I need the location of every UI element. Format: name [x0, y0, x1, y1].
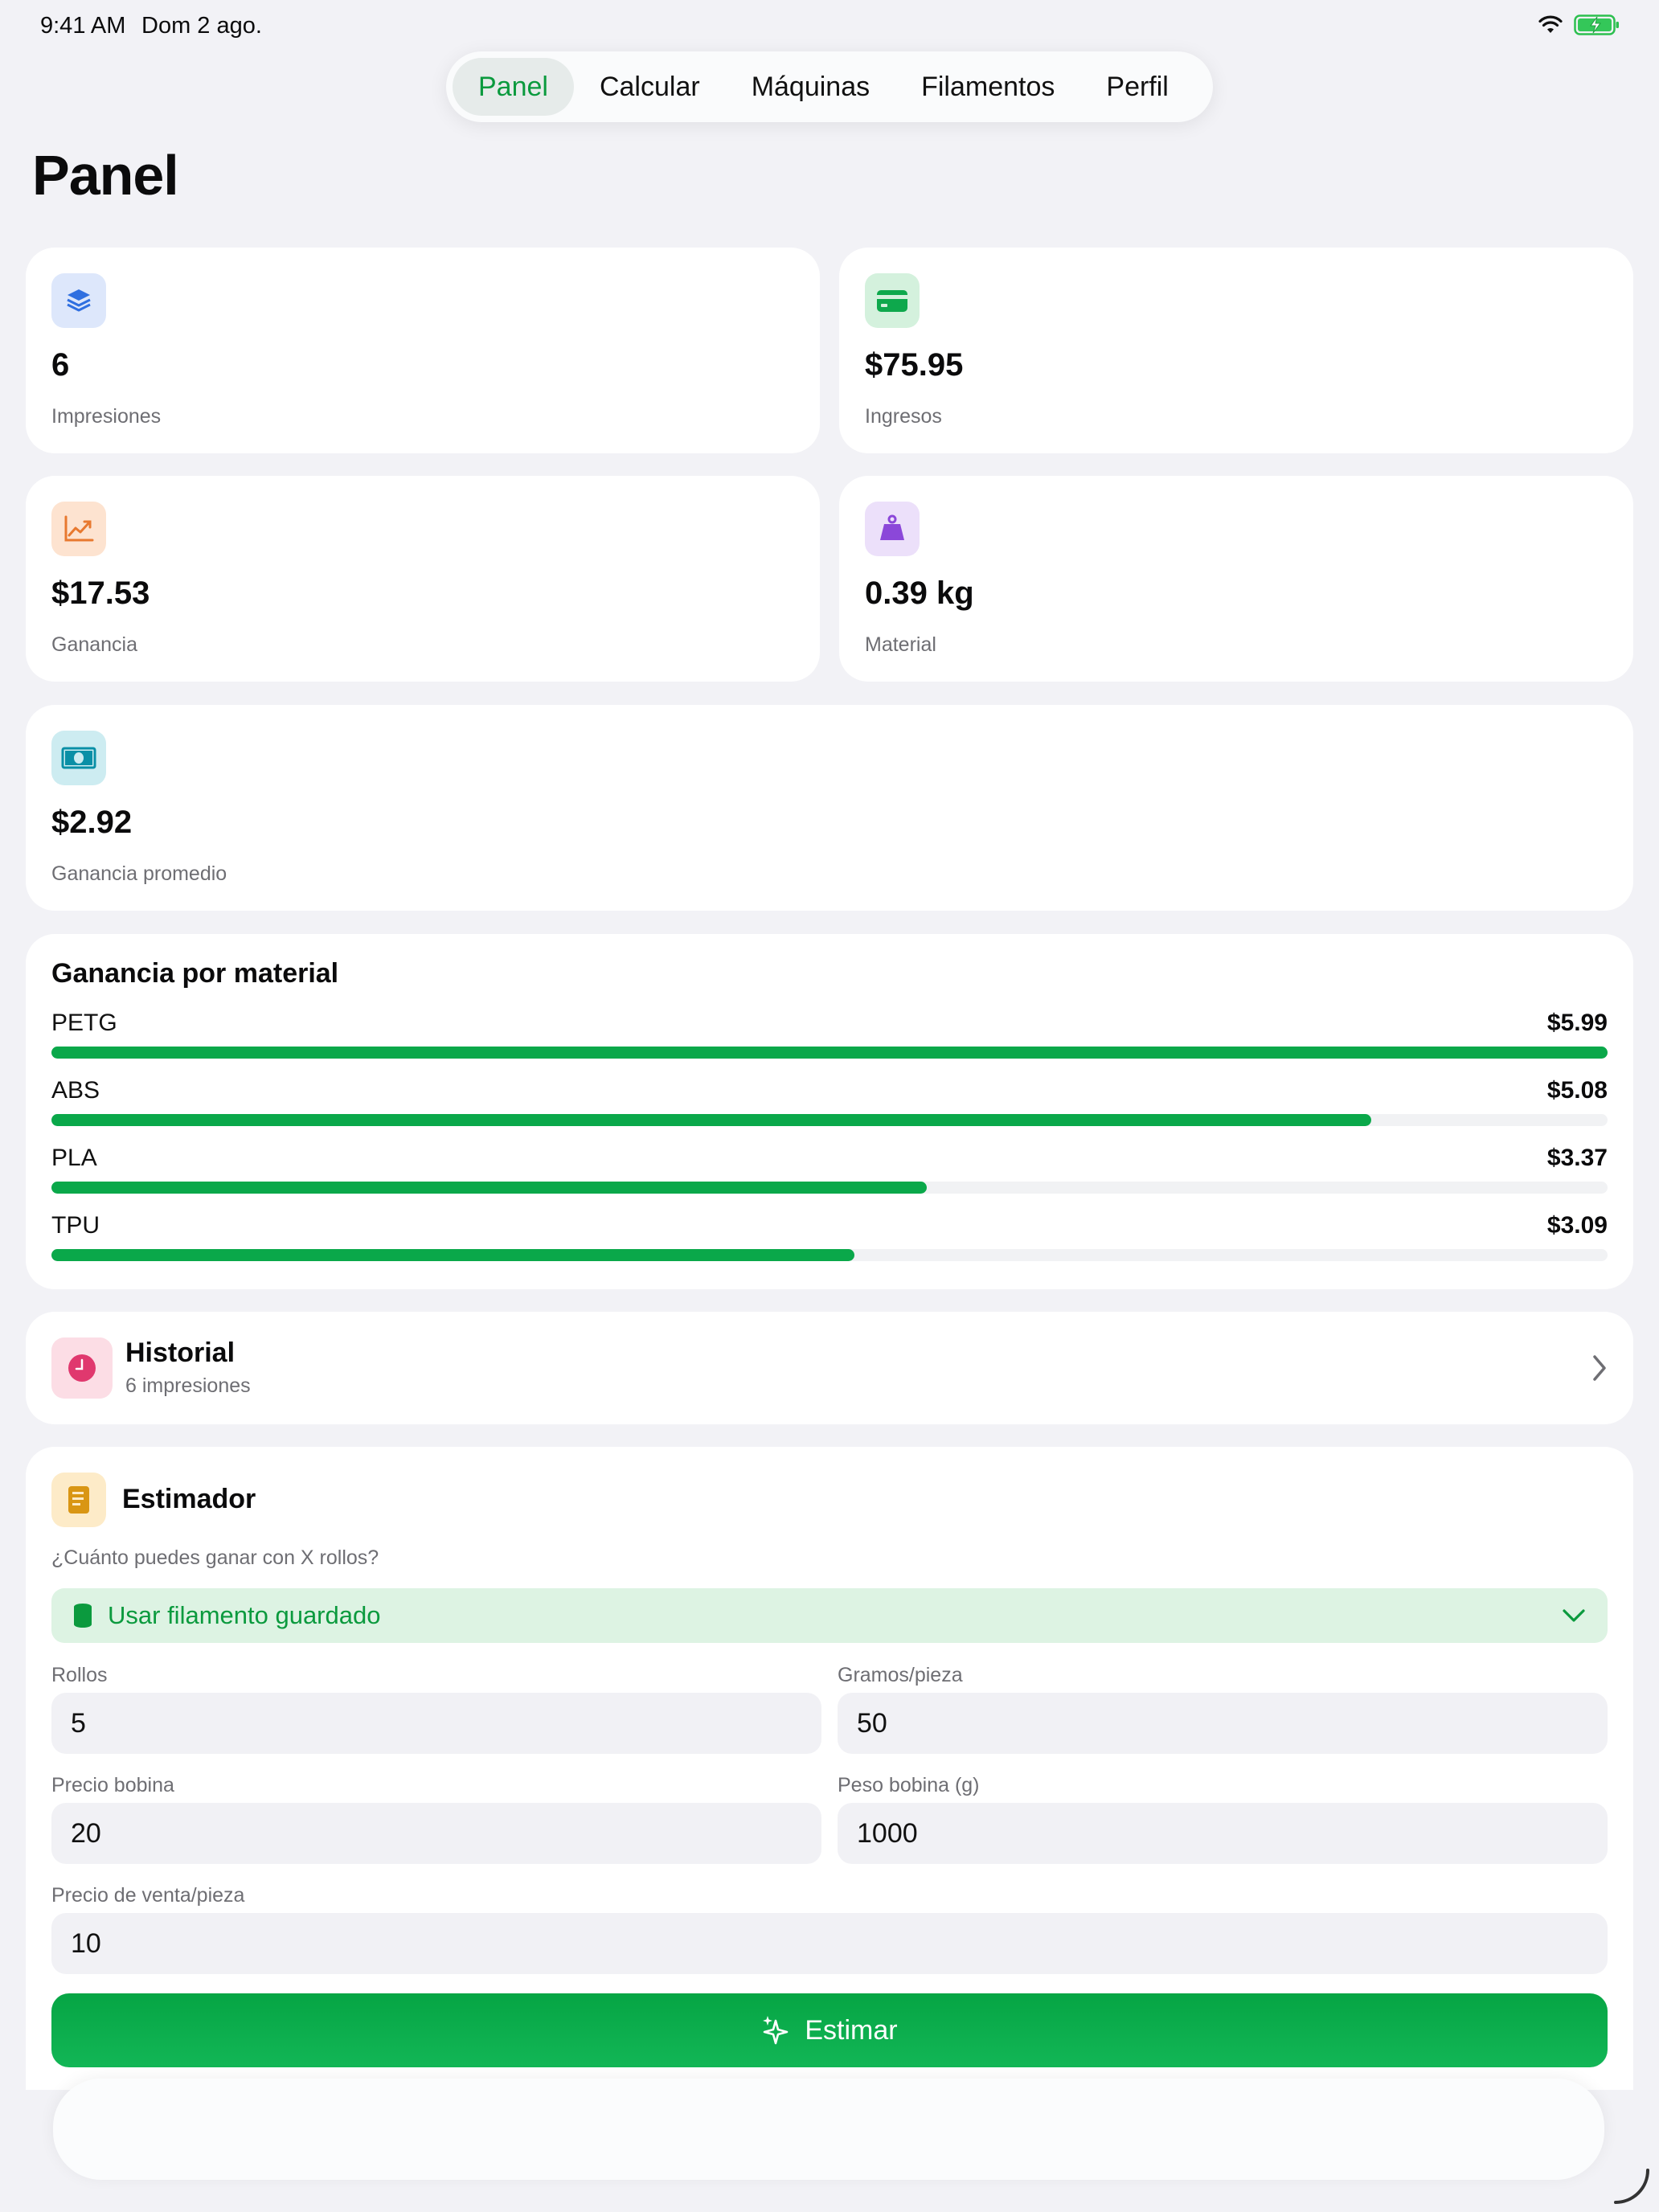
sale-price-input[interactable]: 10 [51, 1913, 1608, 1974]
stat-value: 6 [51, 347, 70, 383]
spool-price-input[interactable]: 20 [51, 1803, 821, 1864]
status-time: 9:41 AM [40, 13, 126, 39]
rolls-input[interactable]: 5 [51, 1693, 821, 1754]
tab-calcular[interactable]: Calcular [574, 58, 726, 116]
credit-card-icon [865, 273, 920, 328]
grams-label: Gramos/pieza [838, 1664, 963, 1686]
tab-filamentos[interactable]: Filamentos [895, 58, 1080, 116]
material-bar-fill [51, 1249, 854, 1261]
grams-input[interactable]: 50 [838, 1693, 1608, 1754]
clock-icon [51, 1337, 113, 1399]
tab-perfil[interactable]: Perfil [1080, 58, 1194, 116]
spool-icon [74, 1604, 92, 1628]
page-title: Panel [32, 144, 179, 207]
material-value: $3.09 [1546, 1212, 1608, 1239]
history-row[interactable]: Historial 6 impresiones [26, 1312, 1633, 1424]
filament-select[interactable]: Usar filamento guardado [51, 1588, 1608, 1643]
estimator-question: ¿Cuánto puedes ganar con X rollos? [51, 1546, 379, 1569]
stat-label: Material [865, 633, 936, 656]
rolls-label: Rollos [51, 1664, 108, 1686]
material-bar-track [51, 1182, 1608, 1194]
material-bar-fill [51, 1182, 928, 1194]
status-bar: 9:41 AM Dom 2 ago. [0, 0, 1659, 51]
status-date: Dom 2 ago. [141, 13, 262, 39]
document-icon [51, 1473, 106, 1527]
stat-label: Ingresos [865, 405, 942, 428]
material-bar-track [51, 1249, 1608, 1261]
spool-weight-input[interactable]: 1000 [838, 1803, 1608, 1864]
material-bar-row: PLA $3.37 [51, 1145, 1608, 1196]
history-subtitle: 6 impresiones [125, 1374, 251, 1397]
stat-label: Ganancia promedio [51, 862, 227, 885]
material-bar-fill [51, 1047, 1608, 1059]
top-tab-bar: Panel Calcular Máquinas Filamentos Perfi… [446, 51, 1213, 122]
material-bar-track [51, 1047, 1608, 1059]
tab-maquinas[interactable]: Máquinas [726, 58, 895, 116]
material-bar-fill [51, 1114, 1371, 1126]
stat-card-prints: 6 Impresiones [26, 248, 820, 453]
layers-icon [51, 273, 106, 328]
sparkles-icon [763, 2016, 789, 2045]
chart-line-icon [51, 502, 106, 556]
stat-card-profit: $17.53 Ganancia [26, 476, 820, 682]
history-title: Historial [125, 1337, 236, 1368]
estimate-button-label: Estimar [805, 2014, 898, 2046]
stat-label: Ganancia [51, 633, 138, 656]
estimate-button[interactable]: Estimar [51, 1993, 1608, 2067]
material-bar-row: ABS $5.08 [51, 1077, 1608, 1129]
estimator-title: Estimador [122, 1484, 256, 1514]
sale-price-label: Precio de venta/pieza [51, 1884, 245, 1907]
stat-value: $2.92 [51, 805, 133, 840]
filament-select-label: Usar filamento guardado [108, 1601, 381, 1629]
wifi-icon [1538, 15, 1563, 33]
material-name: TPU [51, 1212, 100, 1239]
stat-card-material: 0.39 kg Material [839, 476, 1633, 682]
profit-by-material-card: Ganancia por material PETG $5.99 ABS $5.08 P… [26, 934, 1633, 1289]
material-value: $5.99 [1546, 1010, 1608, 1036]
spool-price-label: Precio bobina [51, 1774, 174, 1796]
banknote-icon [51, 731, 106, 785]
material-bar-row: PETG $5.99 [51, 1010, 1608, 1061]
material-name: PLA [51, 1145, 97, 1171]
bottom-sheet[interactable] [53, 2079, 1604, 2180]
stat-label: Impresiones [51, 405, 162, 428]
material-bar-track [51, 1114, 1608, 1126]
material-name: PETG [51, 1010, 117, 1036]
chevron-down-icon [1563, 1609, 1585, 1622]
material-value: $3.37 [1546, 1145, 1608, 1171]
material-value: $5.08 [1546, 1077, 1608, 1104]
stat-value: $75.95 [865, 347, 964, 383]
material-name: ABS [51, 1077, 100, 1104]
status-icons [1538, 14, 1620, 35]
material-bar-row: TPU $3.09 [51, 1212, 1608, 1264]
stat-card-income: $75.95 Ingresos [839, 248, 1633, 453]
section-title: Ganancia por material [51, 958, 339, 989]
stat-value: 0.39 kg [865, 576, 974, 611]
chevron-right-icon [1593, 1355, 1606, 1381]
battery-charging-icon [1574, 14, 1619, 35]
tab-panel[interactable]: Panel [453, 58, 574, 116]
stat-card-avg-profit: $2.92 Ganancia promedio [26, 705, 1633, 911]
resize-grabber-icon[interactable] [1609, 2164, 1654, 2209]
stat-value: $17.53 [51, 576, 150, 611]
spool-weight-label: Peso bobina (g) [838, 1774, 980, 1796]
weight-icon [865, 502, 920, 556]
